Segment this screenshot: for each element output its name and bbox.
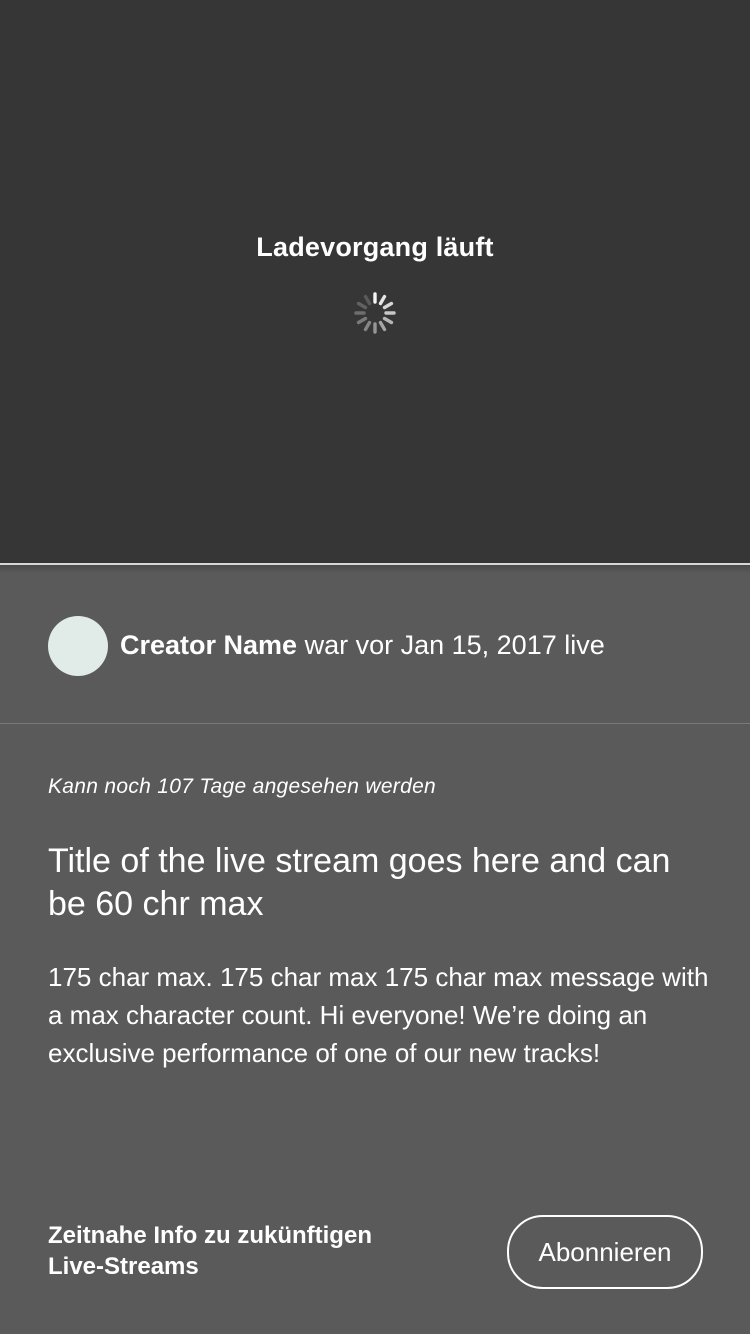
subscribe-button[interactable]: Abonnieren	[507, 1215, 703, 1289]
availability-text: Kann noch 107 Tage angesehen werden	[48, 775, 437, 798]
creator-row[interactable]: Creator Name war vor Jan 15, 2017 live	[0, 566, 750, 723]
subscribe-info: Zeitnahe Info zu zukünftigen Live-Stream…	[48, 1220, 448, 1282]
subscribe-info-line-1: Zeitnahe Info zu zukünftigen	[48, 1222, 372, 1249]
loading-text: Ladevorgang läuft	[256, 232, 494, 262]
subscribe-info-line-2: Live-Streams	[48, 1253, 199, 1280]
live-status-text: war vor Jan 15, 2017 live	[297, 630, 605, 660]
video-player[interactable]: Ladevorgang läuft	[0, 0, 750, 563]
stream-title: Title of the live stream goes here and c…	[48, 842, 671, 923]
section-divider	[0, 723, 750, 724]
avatar[interactable]	[48, 616, 108, 676]
loading-spinner-icon	[354, 292, 396, 334]
live-stream-page: Ladevorgang läuft Creator Name war vor J…	[0, 0, 750, 1334]
creator-name[interactable]: Creator Name	[120, 630, 297, 660]
creator-status: Creator Name war vor Jan 15, 2017 live	[120, 630, 605, 661]
stream-description: 175 char max. 175 char max 175 char max …	[48, 962, 709, 1068]
